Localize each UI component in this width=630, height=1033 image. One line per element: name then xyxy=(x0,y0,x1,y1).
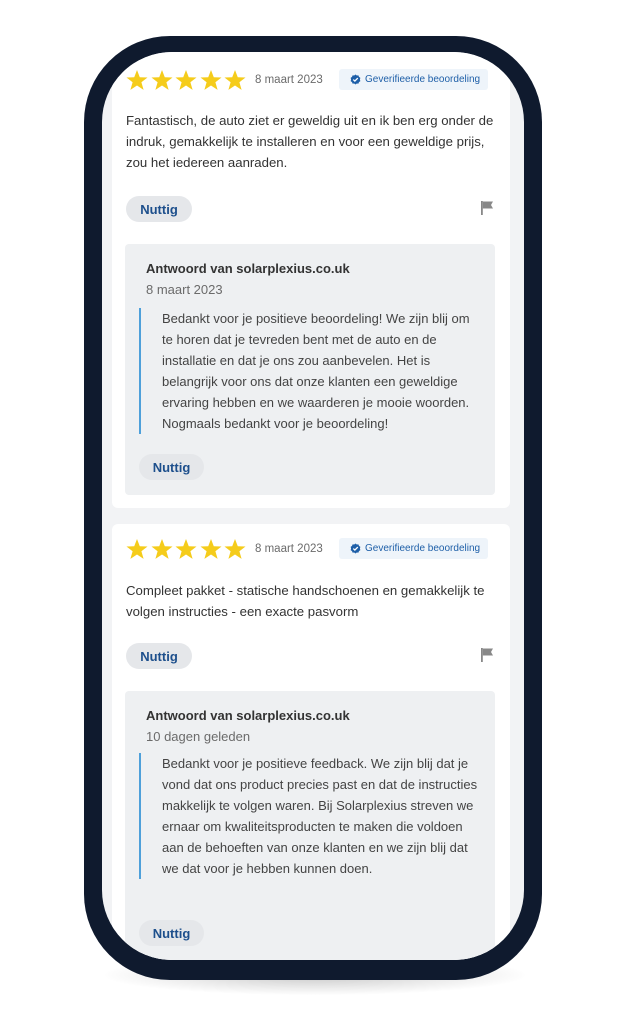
phone-screen: 8 maart 2023 Geverifieerde beoordeling F… xyxy=(102,52,524,960)
star-rating xyxy=(125,538,248,560)
star-icon xyxy=(199,69,223,91)
star-icon xyxy=(150,538,174,560)
star-icon xyxy=(199,538,223,560)
star-icon xyxy=(174,69,198,91)
star-icon xyxy=(174,538,198,560)
star-icon xyxy=(223,538,247,560)
review-text: Compleet pakket - statische handschoenen… xyxy=(126,583,485,619)
helpful-button[interactable]: Nuttig xyxy=(139,920,204,946)
review-text: Fantastisch, de auto ziet er geweldig ui… xyxy=(126,113,494,170)
review-date: 8 maart 2023 xyxy=(255,543,323,555)
star-icon xyxy=(150,69,174,91)
verified-check-icon xyxy=(350,74,361,85)
verified-label: Geverifieerde beoordeling xyxy=(365,74,481,85)
reply-text: Bedankt voor je positieve feedback. We z… xyxy=(162,756,478,876)
review-card: 8 maart 2023 Geverifieerde beoordeling C… xyxy=(112,524,510,960)
reply-box: Antwoord van solarplexius.co.uk 10 dagen… xyxy=(125,691,495,960)
verified-label: Geverifieerde beoordeling xyxy=(365,543,481,554)
star-icon xyxy=(125,69,149,91)
helpful-button[interactable]: Nuttig xyxy=(139,454,204,480)
verified-badge: Geverifieerde beoordeling xyxy=(339,538,489,559)
star-icon xyxy=(223,69,247,91)
flag-icon[interactable] xyxy=(479,647,495,663)
verified-badge: Geverifieerde beoordeling xyxy=(339,69,489,90)
verified-check-icon xyxy=(350,543,361,554)
reply-box: Antwoord van solarplexius.co.uk 8 maart … xyxy=(125,244,495,495)
reply-author: Antwoord van solarplexius.co.uk xyxy=(146,261,350,276)
star-rating xyxy=(125,69,248,91)
reply-body: Bedankt voor je positieve beoordeling! W… xyxy=(139,308,479,434)
reply-body: Bedankt voor je positieve feedback. We z… xyxy=(139,753,479,879)
reply-date: 10 dagen geleden xyxy=(146,729,251,744)
review-date: 8 maart 2023 xyxy=(255,74,323,86)
reply-date: 8 maart 2023 xyxy=(146,282,223,297)
helpful-button[interactable]: Nuttig xyxy=(126,643,192,669)
helpful-button[interactable]: Nuttig xyxy=(126,196,192,222)
reply-text: Bedankt voor je positieve beoordeling! W… xyxy=(162,311,470,431)
review-card: 8 maart 2023 Geverifieerde beoordeling F… xyxy=(112,52,510,508)
star-icon xyxy=(125,538,149,560)
flag-icon[interactable] xyxy=(479,200,495,216)
reply-author: Antwoord van solarplexius.co.uk xyxy=(146,708,350,723)
